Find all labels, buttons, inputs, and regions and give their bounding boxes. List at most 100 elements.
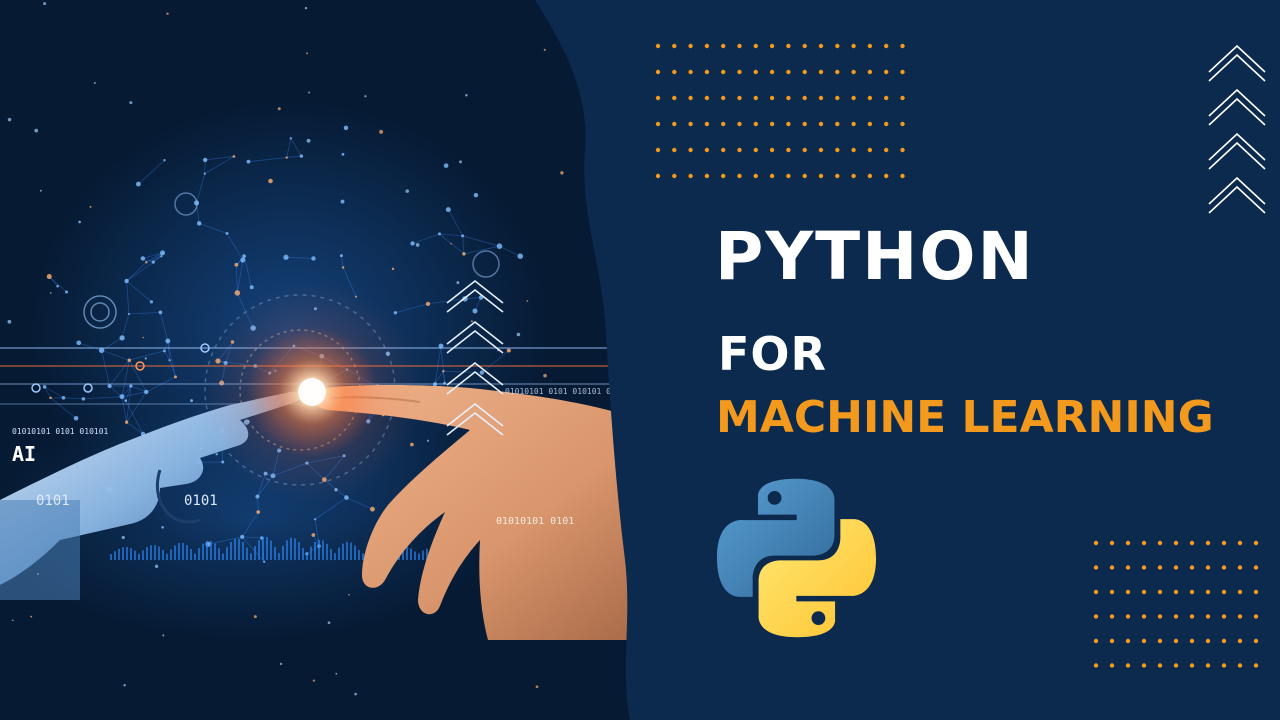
chevron-shape xyxy=(1208,185,1266,214)
wave-bar xyxy=(162,549,164,560)
network-node xyxy=(445,207,451,213)
dot xyxy=(835,69,840,75)
wave-bar xyxy=(334,553,336,560)
dot xyxy=(802,121,807,127)
network-node xyxy=(190,399,194,403)
dot xyxy=(672,147,677,153)
sparkle xyxy=(308,91,311,94)
dot xyxy=(1205,540,1211,546)
wave-bar xyxy=(414,551,416,560)
chevron-shape xyxy=(1208,88,1266,117)
dot xyxy=(721,173,726,179)
wave-bar xyxy=(310,546,312,560)
binary-text: 01010101 0101 010101 xyxy=(12,427,109,436)
binary-text: 0101 xyxy=(36,493,70,509)
wave-bar xyxy=(306,553,308,560)
sparkle xyxy=(49,292,52,294)
dot xyxy=(1141,540,1147,546)
dot xyxy=(851,173,856,179)
wave-bar xyxy=(142,550,144,560)
hero-scene: AI 0101 0101 01010101 0101 010101 010101… xyxy=(0,0,1266,720)
title-line-for: FOR xyxy=(718,327,827,381)
network-node xyxy=(124,420,129,424)
sparkle xyxy=(415,243,420,247)
dot xyxy=(900,69,905,75)
dot xyxy=(1253,540,1259,546)
sparkle xyxy=(312,679,316,682)
sparkle xyxy=(450,242,452,245)
dot xyxy=(818,121,824,127)
dot xyxy=(1253,589,1259,595)
network-node xyxy=(425,301,431,307)
dot xyxy=(688,173,693,179)
title-line-machine-learning: MACHINE LEARNING xyxy=(716,392,1214,443)
dot xyxy=(737,69,742,75)
network-node xyxy=(140,256,146,261)
network-node xyxy=(215,453,218,456)
dot xyxy=(721,95,726,101)
network-node xyxy=(42,385,47,389)
sparkle xyxy=(277,107,281,111)
dot xyxy=(867,69,873,75)
wave-bar xyxy=(138,553,140,560)
network-node xyxy=(262,560,266,563)
dot xyxy=(655,147,661,153)
dot xyxy=(1173,638,1179,644)
sparkle xyxy=(543,48,546,51)
wave-bar xyxy=(282,545,284,560)
sparkle xyxy=(154,564,159,568)
dot xyxy=(786,173,791,179)
dot xyxy=(900,95,905,101)
dot xyxy=(1221,638,1227,644)
network-node xyxy=(479,370,485,375)
dot xyxy=(1125,589,1131,595)
dot xyxy=(769,69,775,75)
network-node xyxy=(341,266,345,269)
wave-bar xyxy=(406,546,408,560)
wave-bar xyxy=(270,540,272,560)
dot xyxy=(1157,589,1163,595)
sparkle xyxy=(560,171,564,175)
binary-text: 0101 xyxy=(184,493,218,509)
dot xyxy=(769,173,775,179)
network-node xyxy=(144,389,149,395)
dot xyxy=(818,173,824,179)
dot xyxy=(769,147,775,153)
sparkle xyxy=(279,662,283,666)
chevron-shape xyxy=(1208,44,1266,73)
wave-bar xyxy=(250,553,252,560)
dot xyxy=(1221,565,1227,570)
wave-bar xyxy=(278,553,280,560)
wave-bar xyxy=(238,538,240,560)
network-node xyxy=(73,415,79,421)
dot xyxy=(818,95,824,101)
dot xyxy=(655,121,661,127)
dot xyxy=(704,43,710,49)
hero-photo: AI 0101 0101 01010101 0101 010101 010101… xyxy=(0,0,630,720)
dot xyxy=(1125,663,1131,668)
sparkle xyxy=(7,117,12,122)
network-node xyxy=(410,241,415,246)
wave-bar xyxy=(146,547,148,560)
dot xyxy=(1253,638,1259,644)
dot xyxy=(1237,638,1243,644)
dot xyxy=(1189,565,1195,570)
dot xyxy=(786,121,791,127)
wave-bar xyxy=(218,548,220,560)
network-node xyxy=(225,232,229,235)
dot xyxy=(835,121,840,127)
dot xyxy=(900,147,905,153)
dot xyxy=(818,43,824,49)
binary-text: 01010101 0101 xyxy=(496,516,574,527)
dot xyxy=(851,69,856,75)
network-node xyxy=(78,220,81,224)
dot xyxy=(884,95,889,101)
sparkle xyxy=(465,93,468,97)
wave-bar xyxy=(130,548,132,560)
wave-bar xyxy=(194,553,196,560)
network-node xyxy=(285,156,288,159)
sparkle xyxy=(516,332,521,337)
wave-bar xyxy=(114,551,116,560)
network-node xyxy=(246,159,251,164)
wave-bar xyxy=(354,545,356,560)
